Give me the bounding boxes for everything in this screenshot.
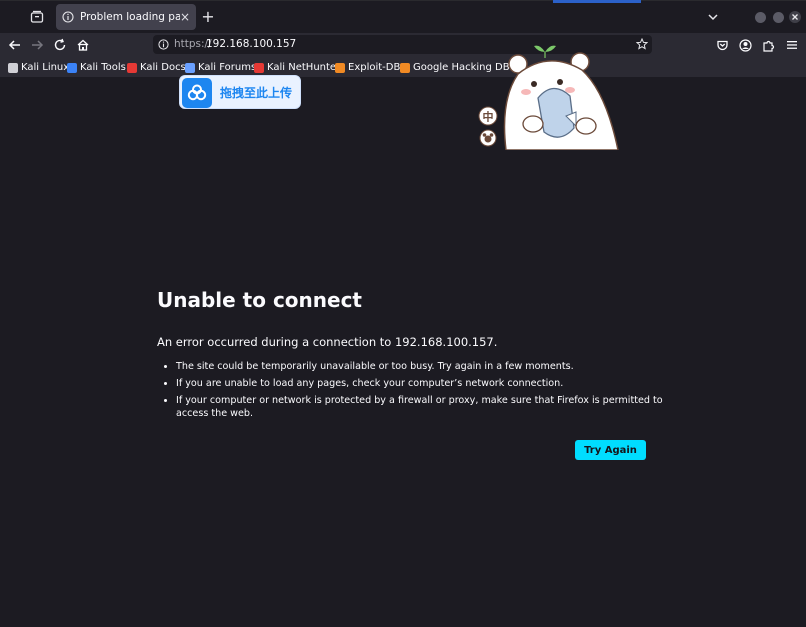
- try-again-button[interactable]: Try Again: [575, 440, 646, 460]
- tab-close-icon[interactable]: ×: [180, 10, 190, 24]
- menu-button[interactable]: [784, 37, 800, 53]
- kali-forums-icon: [185, 62, 195, 73]
- tab-problem-loading[interactable]: Problem loading page ×: [56, 4, 196, 30]
- url-host[interactable]: 192.168.100.157: [206, 38, 296, 50]
- bookmark-label: Kali Docs: [140, 62, 186, 73]
- list-item: If you are unable to load any pages, che…: [176, 377, 666, 390]
- pocket-icon: [716, 40, 728, 50]
- kali-nethunter-icon: [254, 62, 264, 73]
- back-arrow-icon: [8, 40, 20, 50]
- window-close-icon[interactable]: [788, 10, 802, 24]
- top-divider: [0, 0, 806, 1]
- tab-title: Problem loading page: [80, 11, 180, 23]
- ghdb-icon: [400, 62, 410, 73]
- site-info-icon[interactable]: [158, 39, 169, 50]
- error-suggestions: The site could be temporarily unavailabl…: [157, 360, 666, 424]
- back-button[interactable]: [7, 37, 23, 53]
- bookmark-label: Kali NetHunter: [267, 62, 341, 73]
- bookmark-star-icon[interactable]: [636, 38, 648, 50]
- firefox-view-button[interactable]: [28, 8, 46, 26]
- error-intro: An error occurred during a connection to…: [157, 335, 498, 349]
- list-item: The site could be temporarily unavailabl…: [176, 360, 666, 373]
- tab-strip: Problem loading page × +: [0, 0, 806, 33]
- firefox-view-icon: [30, 10, 44, 23]
- maximize-button[interactable]: [773, 12, 784, 23]
- new-tab-button[interactable]: +: [200, 9, 216, 25]
- taskbar-highlight: [553, 0, 641, 3]
- error-title: Unable to connect: [157, 288, 362, 312]
- account-icon: [738, 38, 752, 52]
- kali-tools-icon: [67, 62, 77, 73]
- puzzle-icon: [762, 40, 774, 52]
- home-button[interactable]: [75, 37, 91, 53]
- bookmark-label: Kali Tools: [80, 62, 126, 73]
- kali-linux-icon: [8, 62, 18, 73]
- pocket-button[interactable]: [714, 37, 730, 53]
- bookmark-label: Kali Forums: [198, 62, 257, 73]
- bear-sticker-icon[interactable]: 中: [478, 40, 623, 150]
- bookmark-kali-forums[interactable]: Kali Forums: [185, 61, 256, 74]
- bookmark-kali-tools[interactable]: Kali Tools: [67, 61, 126, 74]
- reload-button[interactable]: [52, 37, 68, 53]
- hamburger-menu-icon: [787, 41, 797, 49]
- bookmark-kali-docs[interactable]: Kali Docs: [127, 61, 186, 74]
- forward-button[interactable]: [29, 37, 45, 53]
- info-icon: [62, 11, 74, 23]
- bookmark-kali-linux[interactable]: Kali Linux: [8, 61, 69, 74]
- reload-icon: [54, 38, 66, 51]
- cloud-drive-logo-icon: [182, 78, 212, 108]
- sticker-badge-text: 中: [483, 110, 494, 124]
- nav-toolbar: https:// 192.168.100.157: [0, 33, 806, 57]
- account-button[interactable]: [737, 37, 753, 53]
- bookmark-kali-nethunter[interactable]: Kali NetHunter: [254, 61, 340, 74]
- bookmarks-toolbar: Kali Linux Kali Tools Kali Docs Kali For…: [0, 57, 806, 77]
- bookmark-label: Kali Linux: [21, 62, 70, 73]
- forward-arrow-icon: [32, 40, 44, 50]
- exploit-db-icon: [335, 62, 345, 73]
- list-all-tabs-chevron-icon[interactable]: [706, 10, 720, 24]
- list-item: If your computer or network is protected…: [176, 394, 666, 420]
- extensions-button[interactable]: [760, 37, 776, 53]
- home-icon: [77, 39, 89, 51]
- minimize-button[interactable]: [755, 12, 766, 23]
- bookmark-exploit-db[interactable]: Exploit-DB: [335, 61, 400, 74]
- upload-label: 拖拽至此上传: [220, 86, 293, 100]
- kali-docs-icon: [127, 62, 137, 73]
- drag-upload-button[interactable]: 拖拽至此上传: [179, 75, 301, 109]
- bookmark-label: Exploit-DB: [348, 62, 401, 73]
